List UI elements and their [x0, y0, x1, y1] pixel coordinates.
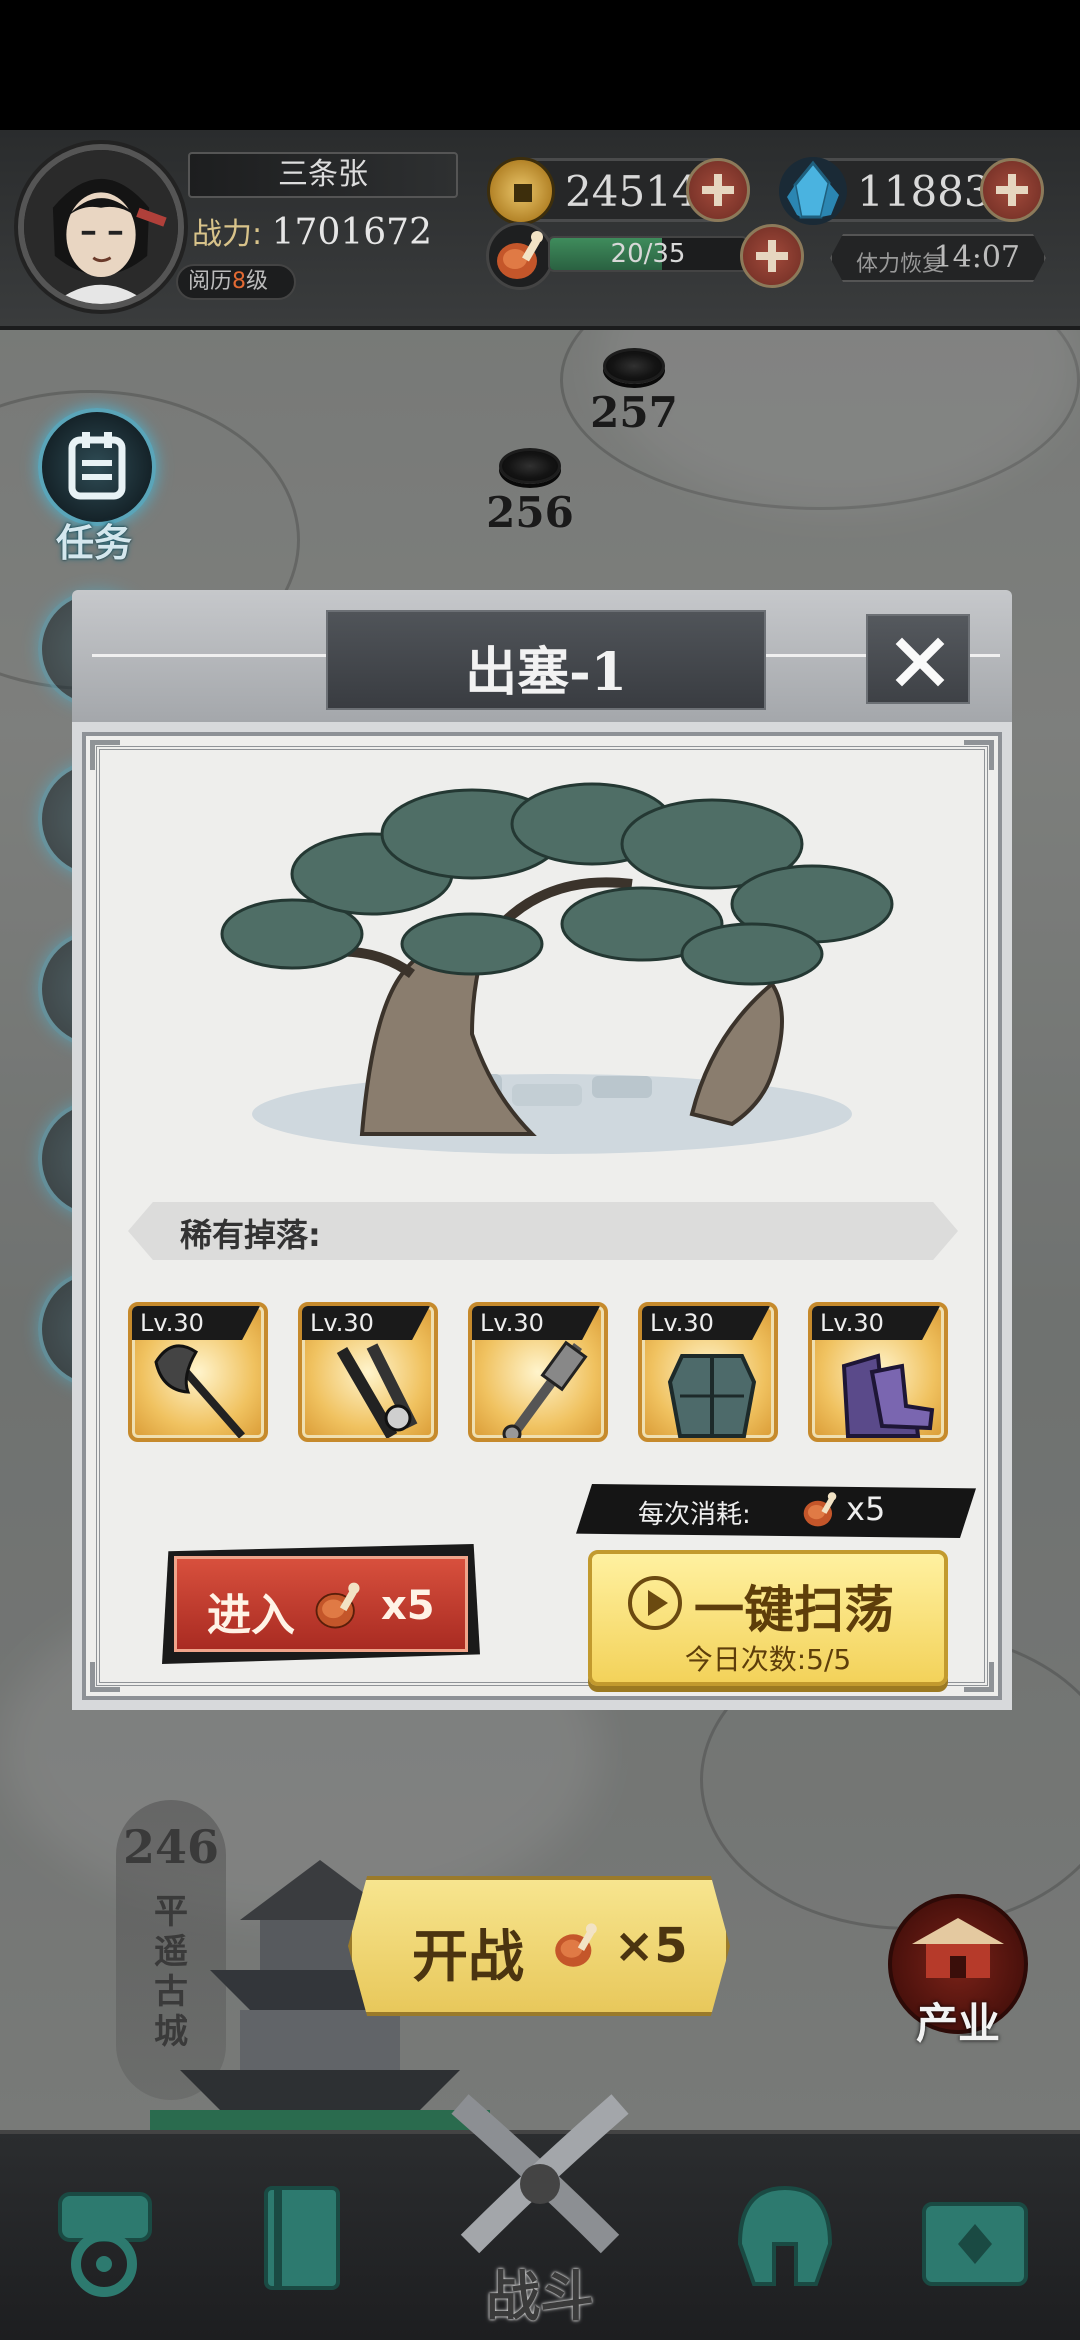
add-stamina-button[interactable] — [740, 224, 804, 288]
stamina-recover-timer: 体力恢复 14:07 — [830, 234, 1046, 282]
meat-icon — [798, 1488, 842, 1536]
nav-cart[interactable] — [40, 2174, 170, 2304]
crossed-swords-icon — [451, 2094, 629, 2254]
battle-label: 开战 — [412, 1925, 524, 1990]
cost-ribbon: 每次消耗: x5 — [576, 1484, 976, 1538]
drop-item-axe[interactable]: Lv.30 — [128, 1302, 268, 1442]
cost-label: 每次消耗: — [638, 1500, 751, 1530]
item-level: Lv.30 — [472, 1306, 600, 1340]
header-divider — [766, 654, 866, 657]
meat-icon — [548, 1918, 604, 1978]
enter-cost: x5 — [381, 1583, 435, 1629]
nav-book[interactable] — [240, 2174, 370, 2304]
drop-item-daggers[interactable]: Lv.30 — [298, 1302, 438, 1442]
experience-suffix: 级 — [246, 269, 269, 294]
frame-corner — [964, 740, 994, 770]
item-level: Lv.30 — [642, 1306, 770, 1340]
frame-corner — [964, 1662, 994, 1692]
add-coins-button[interactable] — [686, 158, 750, 222]
auto-sweep-button[interactable]: 一键扫荡 今日次数:5/5 — [588, 1550, 948, 1686]
rare-drops-banner: 稀有掉落: — [128, 1202, 958, 1260]
nav-battle-label: 战斗 — [486, 2265, 594, 2328]
axe-icon — [154, 1344, 246, 1438]
crystal-icon — [779, 157, 847, 225]
rare-drops-label: 稀有掉落: — [180, 1216, 321, 1254]
add-gems-button[interactable] — [980, 158, 1044, 222]
header-divider — [970, 654, 1000, 657]
avatar[interactable] — [18, 144, 184, 310]
sweep-daily-count: 今日次数:5/5 — [684, 1643, 852, 1676]
boots-icon — [841, 1353, 935, 1438]
power-value: 1701672 — [271, 212, 432, 253]
modal-body: 稀有掉落: Lv.30 Lv.30 Lv.30 Lv.30 Lv.30 每次消耗… — [72, 722, 1012, 1710]
enter-label: 进入 — [207, 1590, 295, 1641]
meat-icon — [309, 1577, 367, 1639]
task-label: 任务 — [56, 521, 133, 565]
palace-icon — [912, 1918, 1004, 1978]
experience-level: 阅历8级 — [176, 264, 296, 300]
recover-label: 体力恢复 — [856, 252, 945, 277]
task-list-icon — [68, 432, 126, 500]
experience-label: 阅历 — [188, 269, 233, 294]
modal-header: 出塞-1 — [72, 590, 1012, 722]
mace-icon — [502, 1340, 588, 1438]
header-divider — [92, 654, 326, 657]
experience-level-value: 8 — [232, 269, 247, 294]
play-circle-icon — [628, 1576, 682, 1630]
book-icon — [264, 2186, 340, 2290]
chariot-icon — [58, 2192, 152, 2297]
stage-detail-modal: 出塞-1 稀有掉落: Lv.30 Lv.30 Lv.30 Lv.30 Lv.30… — [72, 590, 1012, 1710]
task-button[interactable] — [38, 408, 156, 526]
nav-battle[interactable]: 战斗 — [420, 2094, 660, 2334]
start-battle-button[interactable]: 开战 ×5 — [348, 1876, 730, 2016]
modal-title: 出塞-1 — [465, 642, 627, 703]
item-level: Lv.30 — [132, 1306, 260, 1340]
coin-value: 24514 — [565, 167, 699, 216]
drop-item-armor[interactable]: Lv.30 — [638, 1302, 778, 1442]
power-label: 战力: — [192, 217, 263, 252]
close-icon — [895, 637, 945, 687]
armor-icon — [667, 1354, 757, 1438]
twin-daggers-icon — [336, 1343, 418, 1438]
recover-time: 14:07 — [933, 240, 1020, 275]
nav-chest[interactable] — [910, 2174, 1040, 2304]
stamina-bar: 20/35 — [548, 236, 748, 272]
combat-power: 战力: 1701672 — [192, 210, 432, 256]
frame-corner — [90, 740, 120, 770]
enter-stage-button[interactable]: 进入 x5 — [162, 1544, 480, 1664]
pine-tree-scene-image — [220, 782, 894, 1154]
cost-amount: x5 — [846, 1490, 886, 1528]
stamina-meat-icon — [486, 222, 554, 290]
enter-button-face: 进入 x5 — [174, 1556, 468, 1652]
nav-helmet[interactable] — [720, 2174, 850, 2304]
close-button[interactable] — [866, 614, 970, 704]
stamina-text: 20/35 — [610, 239, 686, 269]
hero-portrait-icon — [24, 150, 178, 304]
drop-item-boots[interactable]: Lv.30 — [808, 1302, 948, 1442]
bottom-nav: 战斗 — [0, 2094, 1080, 2340]
industry-label: 产业 — [915, 1999, 1000, 2048]
top-hud: 三条张 战力: 1701672 阅历8级 24514 11883 20/35 体… — [0, 130, 1080, 330]
helmet-icon — [737, 2185, 833, 2286]
drop-item-mace[interactable]: Lv.30 — [468, 1302, 608, 1442]
frame-corner — [90, 1662, 120, 1692]
title-plate: 出塞-1 — [326, 610, 766, 710]
battle-cost: ×5 — [614, 1918, 688, 1974]
item-level: Lv.30 — [812, 1306, 940, 1340]
player-name: 三条张 — [188, 152, 458, 198]
gem-value: 11883 — [857, 167, 991, 216]
coin-icon — [487, 157, 555, 225]
sweep-label: 一键扫荡 — [694, 1581, 894, 1639]
treasure-chest-icon — [922, 2202, 1028, 2286]
industry-button[interactable]: 产业 — [888, 1894, 1028, 2048]
item-level: Lv.30 — [302, 1306, 430, 1340]
